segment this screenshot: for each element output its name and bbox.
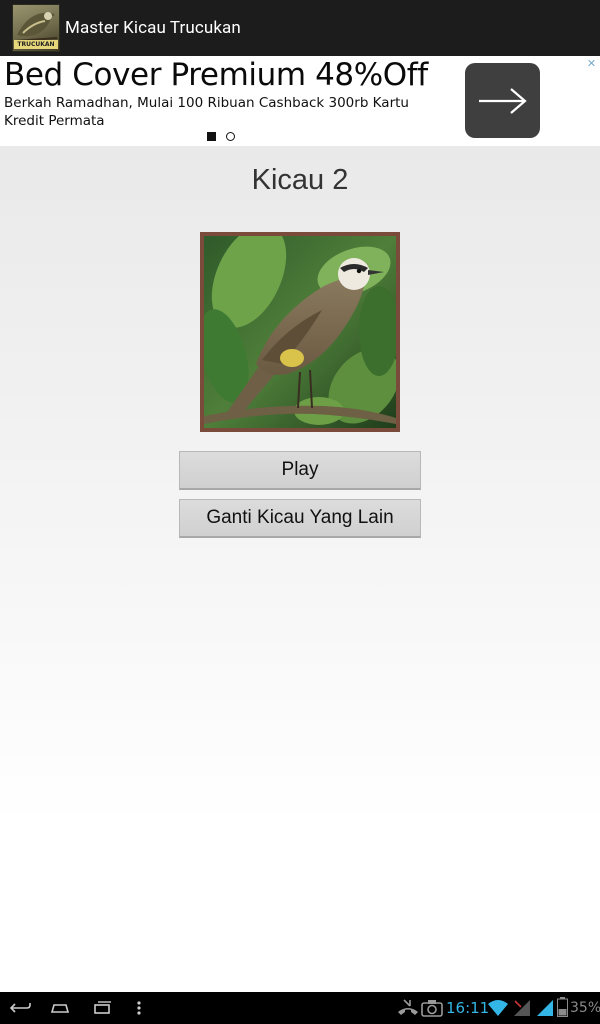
page-title: Kicau 2 [251,164,349,196]
change-chirp-button[interactable]: Ganti Kicau Yang Lain [179,499,421,538]
app-icon-label: TRUCUKAN [14,40,58,49]
ad-choices-icon[interactable]: ✕ [586,58,597,69]
ad-pager [207,132,235,141]
camera-icon [421,1000,443,1017]
pager-dot-active[interactable] [207,132,216,141]
arrow-right-icon [478,87,527,114]
yellow-vented-bulbul-photo [204,236,396,428]
action-bar: TRUCUKAN Master Kicau Trucukan [0,0,600,56]
pager-dot-inactive[interactable] [226,132,235,141]
ad-cta-button[interactable] [465,63,540,138]
ad-body-text[interactable]: Berkah Ramadhan, Mulai 100 Ribuan Cashba… [4,94,434,130]
recent-apps-icon[interactable] [90,999,114,1017]
ad-headline[interactable]: Bed Cover Premium 48%Off [4,57,428,93]
signal-off-icon [514,1000,530,1016]
app-icon[interactable]: TRUCUKAN [12,4,60,52]
bird-image [200,232,400,432]
ad-banner[interactable]: Bed Cover Premium 48%Off Berkah Ramadhan… [0,56,600,146]
app-title: Master Kicau Trucukan [65,18,241,38]
menu-icon[interactable] [134,999,144,1017]
play-button[interactable]: Play [179,451,421,490]
system-bar: 16:11 35% [0,992,600,1024]
back-icon[interactable] [8,999,32,1017]
signal-icon [537,1000,553,1016]
wifi-icon [488,1000,508,1016]
status-time: 16:11 [446,999,490,1017]
missed-call-icon [398,999,418,1015]
battery-percent: 35% [570,1000,600,1016]
main-content: Kicau 2 Play Ganti Kicau Yang Lain [0,146,600,992]
battery-icon [557,997,568,1017]
home-icon[interactable] [48,999,72,1017]
